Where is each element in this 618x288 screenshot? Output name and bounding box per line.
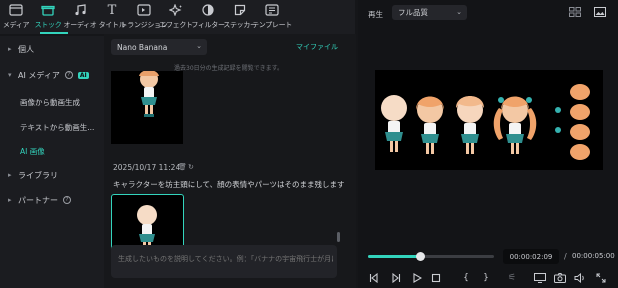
- image-icon[interactable]: [594, 7, 606, 17]
- chevron-right-icon: ▸: [8, 45, 12, 53]
- sidebar-subitem-ai-image[interactable]: AI 画像: [20, 146, 45, 157]
- mark-out-icon[interactable]: }: [480, 272, 492, 284]
- tab-effect[interactable]: エフェクト: [159, 0, 193, 34]
- sidebar-item-label: ライブラリ: [18, 170, 58, 180]
- filter-icon: [200, 3, 216, 17]
- snapshot-camera-icon[interactable]: [554, 272, 566, 284]
- playback-progress[interactable]: [368, 252, 494, 261]
- media-icon: [8, 3, 24, 17]
- grid-view-icon[interactable]: [569, 7, 581, 17]
- chevron-down-icon: ⌄: [196, 42, 202, 50]
- tab-audio-label: オーディオ: [63, 21, 97, 29]
- prompt-input-box[interactable]: [111, 245, 337, 278]
- title-t-icon: T: [107, 2, 117, 18]
- regenerate-icon[interactable]: ↻: [188, 163, 194, 171]
- chevron-down-icon: ▾: [8, 71, 12, 79]
- tab-effect-label: エフェクト: [159, 21, 193, 29]
- quality-value: フル品質: [398, 8, 428, 17]
- music-note-icon: [72, 3, 88, 17]
- volume-icon[interactable]: [574, 272, 586, 284]
- chevron-down-icon: ⌄: [456, 8, 462, 16]
- sidebar-subitem-text-to-video[interactable]: テキストから動画生...: [20, 122, 94, 133]
- fullscreen-icon[interactable]: [595, 272, 607, 284]
- help-icon[interactable]: ?: [64, 71, 73, 79]
- tab-template-label: テンプレート: [252, 21, 292, 29]
- current-time[interactable]: 00:00:02:09: [503, 249, 559, 264]
- tab-media-label: メディア: [2, 21, 30, 29]
- my-files-link[interactable]: マイファイル: [296, 42, 338, 52]
- prompt-text: キャラクターを坊主頭にして、顔の表情やパーツはそのまま残します: [113, 180, 345, 189]
- history-hint: 過去30日分の生成記録を閲覧できます。: [174, 65, 284, 72]
- sidebar-item-label: AI メディア: [18, 70, 60, 80]
- tab-stock[interactable]: ストック: [32, 0, 64, 34]
- effect-sparkle-icon: [168, 3, 184, 17]
- mark-in-icon[interactable]: {: [460, 272, 472, 284]
- character-sheet-image: [381, 84, 590, 160]
- player-panel: 再生 フル品質 ⌄ 00:00:02:09 / 00:00:05:00 {} …: [358, 0, 618, 288]
- active-tab-indicator: [40, 32, 68, 34]
- top-toolbar: メディア ストック オーディオ T タイトル トランジション エフェクト フィル…: [0, 0, 355, 34]
- next-frame-icon[interactable]: [390, 272, 402, 284]
- split-icon[interactable]: ⚟: [506, 272, 518, 284]
- generated-image-thumbnail[interactable]: [111, 70, 183, 144]
- sidebar-item-library[interactable]: ▸ ライブラリ: [0, 164, 104, 186]
- previous-frame-icon[interactable]: [368, 272, 380, 284]
- sidebar-item-label: パートナー: [18, 195, 58, 205]
- video-preview: [375, 70, 603, 170]
- chibi-character-image: [139, 70, 159, 117]
- model-select-value: Nano Banana: [117, 42, 168, 52]
- progress-fill: [368, 255, 421, 258]
- transition-icon: [136, 3, 152, 17]
- ai-image-panel: Nano Banana ⌄ マイファイル 過去30日分の生成記録を閲覧できます。…: [104, 34, 356, 288]
- sidebar: ▸ 個人 ▾ AI メディア ? AI 画像から動画生成 テキストから動画生..…: [0, 36, 104, 288]
- help-icon[interactable]: ?: [63, 196, 71, 204]
- stock-icon: [40, 3, 56, 17]
- chevron-right-icon: ▸: [8, 171, 12, 179]
- ai-badge: AI: [77, 71, 89, 79]
- quality-select[interactable]: フル品質 ⌄: [392, 5, 467, 20]
- tab-filter[interactable]: フィルター: [191, 0, 225, 34]
- tab-stock-label: ストック: [34, 21, 62, 29]
- tab-transition[interactable]: トランジション: [121, 0, 168, 34]
- prompt-input[interactable]: [118, 255, 333, 263]
- sidebar-item-label: 個人: [18, 44, 34, 54]
- tab-filter-label: フィルター: [191, 21, 225, 29]
- playback-label: 再生: [368, 10, 383, 19]
- chevron-right-icon: ▸: [8, 196, 12, 204]
- sidebar-subitem-image-to-video[interactable]: 画像から動画生成: [20, 97, 80, 108]
- sidebar-item-partner[interactable]: ▸ パートナー ?: [0, 189, 104, 211]
- trash-icon[interactable]: 🗑: [178, 163, 187, 171]
- sidebar-item-personal[interactable]: ▸ 個人: [0, 38, 104, 60]
- play-icon[interactable]: [411, 272, 423, 284]
- sidebar-item-ai-media[interactable]: ▾ AI メディア ? AI: [0, 64, 104, 86]
- progress-handle[interactable]: [416, 252, 426, 261]
- time-separator: /: [564, 252, 567, 261]
- tab-template[interactable]: テンプレート: [252, 0, 292, 34]
- stop-icon[interactable]: [430, 272, 442, 284]
- total-time: 00:00:05:00: [572, 252, 615, 260]
- sticker-icon: [232, 3, 248, 17]
- tab-audio[interactable]: オーディオ: [63, 0, 97, 34]
- model-select[interactable]: Nano Banana ⌄: [111, 39, 207, 55]
- scrollbar-thumb[interactable]: [337, 232, 340, 242]
- tab-media[interactable]: メディア: [0, 0, 32, 34]
- display-icon[interactable]: [534, 272, 546, 284]
- generation-timestamp: 2025/10/17 11:24: [113, 163, 181, 172]
- template-icon: [264, 3, 280, 17]
